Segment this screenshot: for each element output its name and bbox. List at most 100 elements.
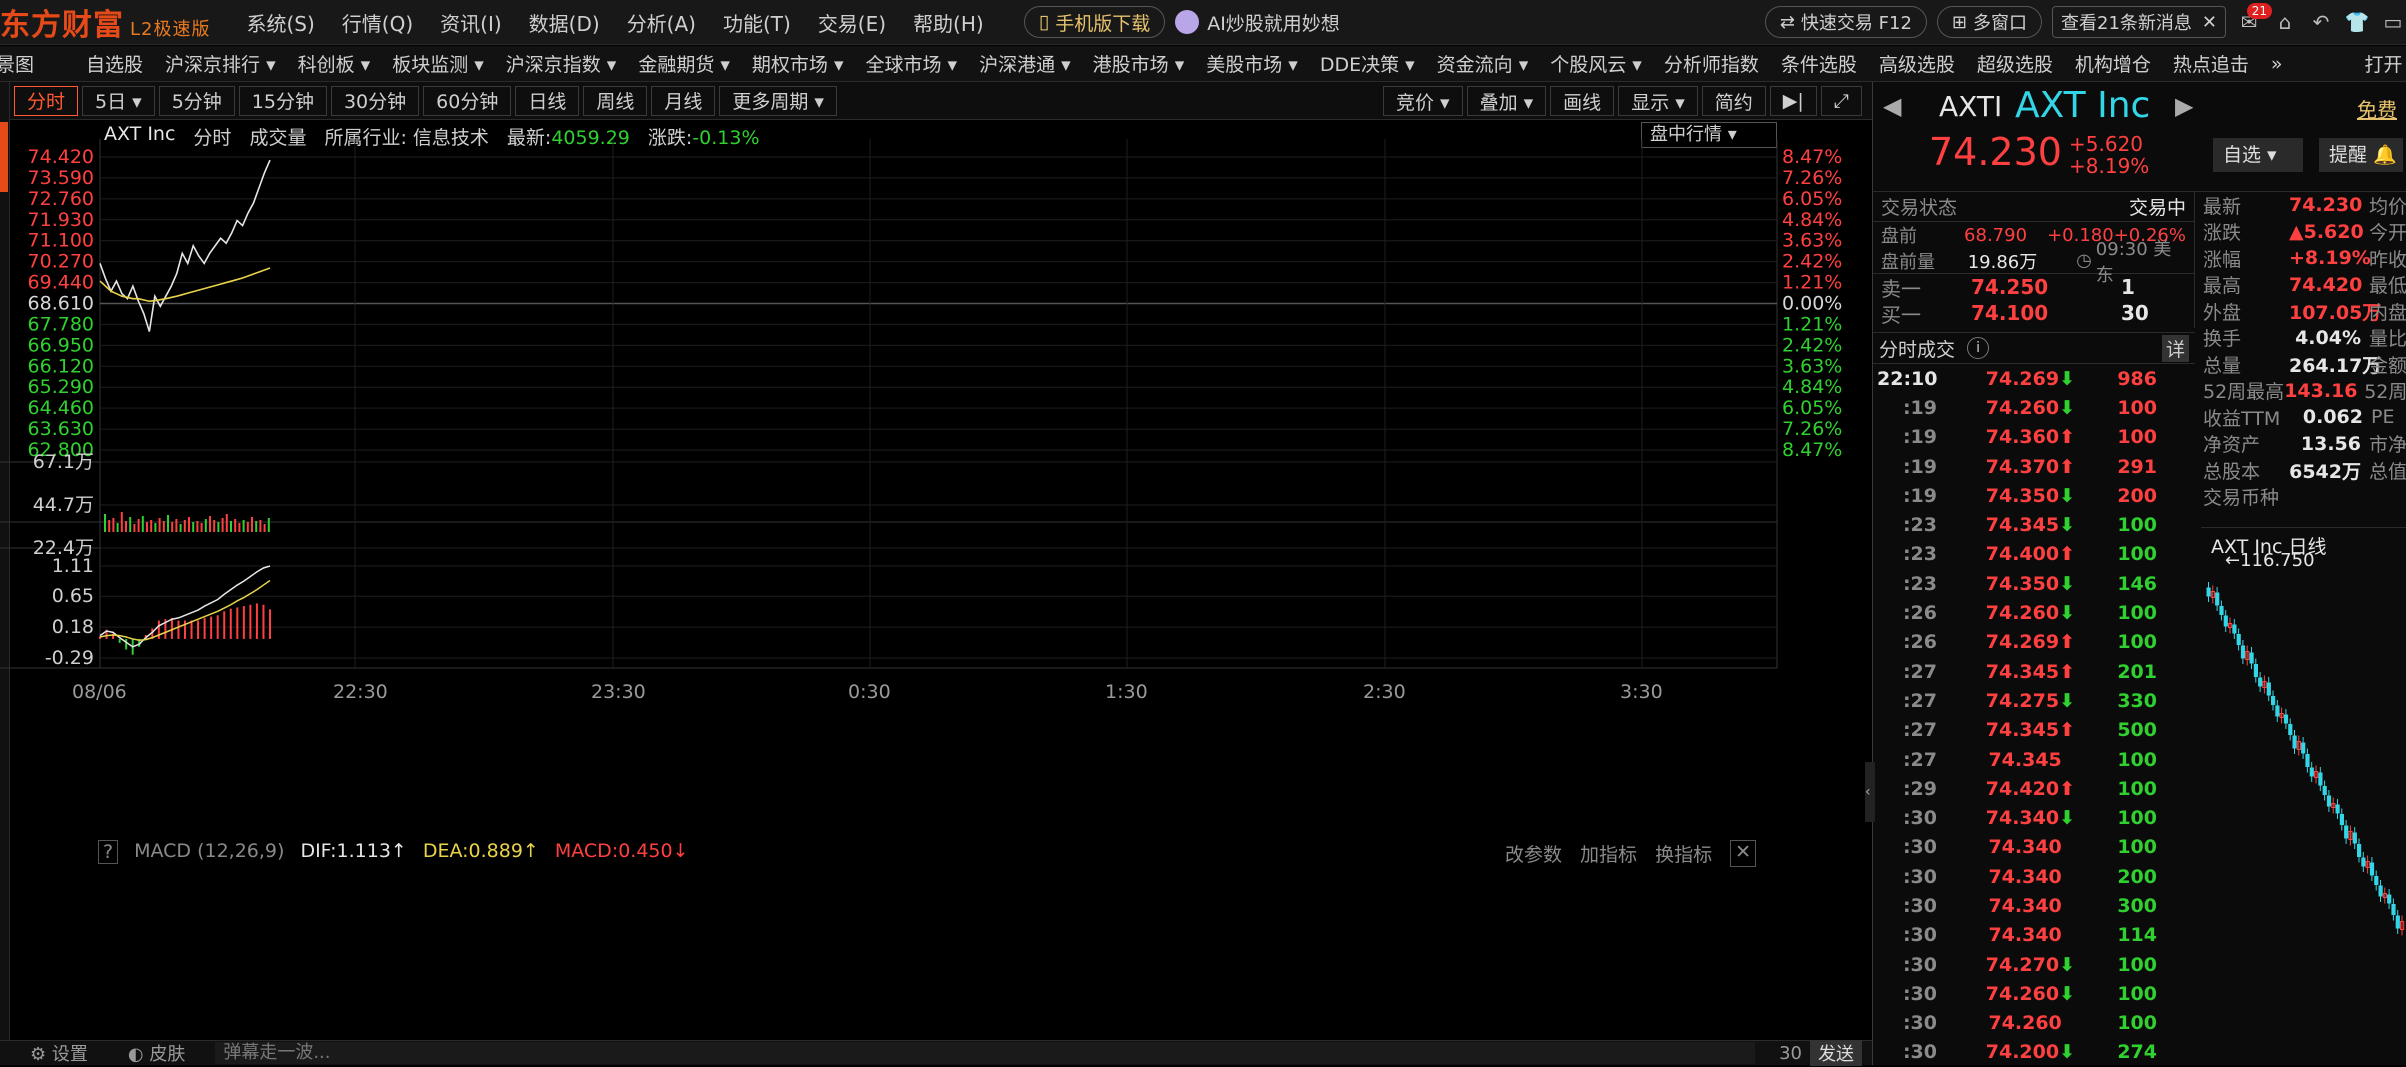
nav-open[interactable]: 打开: [2365, 50, 2403, 77]
overlay-button[interactable]: 叠加 ▾: [1466, 86, 1547, 116]
nav-analyst-index[interactable]: 分析师指数: [1664, 50, 1759, 77]
menu-data[interactable]: 数据(D): [529, 8, 600, 37]
stat-value: ▲5.620: [2288, 220, 2364, 243]
period-5min[interactable]: 5分钟: [158, 85, 235, 116]
period-weekly[interactable]: 周线: [583, 85, 648, 116]
draw-line-button[interactable]: 画线: [1550, 86, 1615, 116]
tick-list[interactable]: 分时成交 i 详 22:10 74.269⬇ 986:19 74.260⬇ 100:19 74…: [1873, 332, 2195, 1067]
price-tick-label: 65.290: [28, 376, 94, 398]
period-intraday[interactable]: 分时: [14, 85, 79, 116]
alert-button[interactable]: 提醒 🔔: [2319, 138, 2403, 172]
danmu-input[interactable]: 弹幕走一波...: [215, 1042, 1756, 1064]
menu-info[interactable]: 资讯(I): [440, 8, 502, 37]
skin-icon[interactable]: 👕: [2344, 9, 2370, 35]
nav-screener[interactable]: 条件选股: [1781, 50, 1857, 77]
stat-value: 4.04%: [2295, 326, 2361, 349]
add-indicator-button[interactable]: 加指标: [1580, 840, 1637, 867]
nav-connect[interactable]: 沪深港通 ▾: [979, 50, 1071, 77]
minimize-icon[interactable]: ▭: [2380, 9, 2406, 35]
next-stock-icon[interactable]: ▶: [2175, 92, 2193, 120]
tick-time: :19: [1902, 426, 1937, 449]
period-daily[interactable]: 日线: [515, 85, 580, 116]
volume-bar: [150, 520, 153, 532]
stat-row: 交易币种: [2203, 484, 2406, 511]
menu-analysis[interactable]: 分析(A): [627, 8, 696, 37]
tick-time: :30: [1902, 894, 1937, 917]
prev-stock-icon[interactable]: ◀: [1883, 92, 1901, 120]
tick-row: :19 74.360⬆ 100: [1873, 423, 2195, 452]
nav-fund-flow[interactable]: 资金流向 ▾: [1437, 50, 1529, 77]
right-quote-panel: ‹ ◀ AXTI AXT Inc ▶ 免费 74.230 +5.620 +8.1…: [1865, 82, 2406, 1067]
home-icon[interactable]: ⌂: [2272, 9, 2298, 35]
nav-options[interactable]: 期权市场 ▾: [752, 50, 844, 77]
mail-icon[interactable]: ✉ 21: [2236, 3, 2272, 35]
nav-hotspot[interactable]: 热点追击: [2173, 50, 2249, 77]
period-monthly[interactable]: 月线: [651, 85, 716, 116]
back-icon[interactable]: ↶: [2308, 9, 2334, 35]
menu-help[interactable]: 帮助(H): [913, 8, 984, 37]
fullscreen-icon[interactable]: ⤢: [1820, 86, 1862, 116]
menu-trade[interactable]: 交易(E): [818, 8, 886, 37]
app-logo[interactable]: 东方财富 L2极速版: [0, 0, 210, 44]
watchlist-button[interactable]: 自选 ▾: [2213, 138, 2303, 172]
period-30min[interactable]: 30分钟: [330, 85, 420, 116]
intraday-chart[interactable]: 74.420 8.47% 73.590 7.26% 72.760 6.05% 71.930 4…: [0, 120, 1872, 1040]
menu-function[interactable]: 功能(T): [723, 8, 791, 37]
nav-more-icon[interactable]: »: [2271, 53, 2283, 75]
volume-bar: [116, 523, 119, 532]
news-button[interactable]: 查看21条新消息 ✕: [2052, 6, 2226, 38]
tick-time: :30: [1902, 953, 1937, 976]
period-more[interactable]: 更多周期 ▾: [719, 85, 837, 116]
quick-trade-button[interactable]: ⇄ 快速交易 F12: [1764, 6, 1927, 38]
close-icon[interactable]: ✕: [2202, 12, 2217, 33]
nav-global[interactable]: 全球市场 ▾: [866, 50, 958, 77]
switch-indicator-button[interactable]: 换指标: [1655, 840, 1712, 867]
simple-button[interactable]: 简约: [1701, 86, 1766, 116]
quote-change: +5.620: [2069, 132, 2144, 156]
nav-ranking[interactable]: 沪深京排行 ▾: [165, 50, 276, 77]
period-60min[interactable]: 60分钟: [423, 85, 512, 116]
volume-bar: [154, 523, 157, 532]
period-15min[interactable]: 15分钟: [238, 85, 327, 116]
window-grid-icon: ⊞: [1951, 11, 1967, 33]
tick-price: 74.200⬇: [1985, 1041, 2075, 1064]
ai-button[interactable]: AI炒股就用妙想: [1165, 6, 1350, 38]
volume-bar: [263, 524, 266, 532]
tick-time: :23: [1902, 572, 1937, 595]
daily-kline-mini[interactable]: AXT Inc 日线 ←116.750: [2201, 527, 2406, 1065]
settings-button[interactable]: ⚙ 设置: [30, 1040, 88, 1066]
nav-overview[interactable]: 景图: [0, 50, 34, 77]
nav-star-market[interactable]: 科创板 ▾: [298, 50, 371, 77]
nav-dde[interactable]: DDE决策 ▾: [1320, 50, 1415, 77]
free-link[interactable]: 免费: [2357, 94, 2397, 123]
info-icon[interactable]: i: [1967, 337, 1990, 359]
close-indicator-icon[interactable]: ✕: [1730, 840, 1756, 867]
macd-help-icon[interactable]: ?: [98, 840, 119, 864]
daily-high-label: ←116.750: [2225, 550, 2315, 571]
auction-button[interactable]: 竞价 ▾: [1383, 86, 1463, 116]
nav-stock-wind[interactable]: 个股风云 ▾: [1550, 50, 1642, 77]
nav-hk[interactable]: 港股市场 ▾: [1093, 50, 1185, 77]
ticks-detail-button[interactable]: 详: [2161, 334, 2189, 362]
menu-quote[interactable]: 行情(Q): [342, 8, 413, 37]
danmu-count: 30: [1779, 1042, 1802, 1064]
nav-futures[interactable]: 金融期货 ▾: [638, 50, 730, 77]
nav-us[interactable]: 美股市场 ▾: [1206, 50, 1298, 77]
change-params-button[interactable]: 改参数: [1505, 840, 1562, 867]
pct-tick-label: 6.05%: [1782, 188, 1842, 210]
nav-institution[interactable]: 机构增仓: [2075, 50, 2151, 77]
menu-system[interactable]: 系统(S): [246, 8, 314, 37]
nav-index[interactable]: 沪深京指数 ▾: [506, 50, 617, 77]
stat-label: 交易币种: [2203, 487, 2280, 510]
period-5day[interactable]: 5日 ▾: [82, 85, 155, 116]
nav-super-screener[interactable]: 超级选股: [1977, 50, 2053, 77]
multi-window-button[interactable]: ⊞ 多窗口: [1936, 6, 2042, 38]
mobile-download-button[interactable]: ▯ 手机版下载: [1023, 6, 1166, 38]
send-button[interactable]: 发送: [1810, 1040, 1862, 1066]
display-button[interactable]: 显示 ▾: [1618, 86, 1698, 116]
skin-button[interactable]: ◐ 皮肤: [128, 1040, 185, 1066]
nav-advanced-screener[interactable]: 高级选股: [1879, 50, 1955, 77]
play-icon[interactable]: ▶|: [1769, 86, 1817, 116]
nav-watchlist[interactable]: 自选股: [86, 50, 143, 77]
nav-sector-monitor[interactable]: 板块监测 ▾: [392, 50, 484, 77]
